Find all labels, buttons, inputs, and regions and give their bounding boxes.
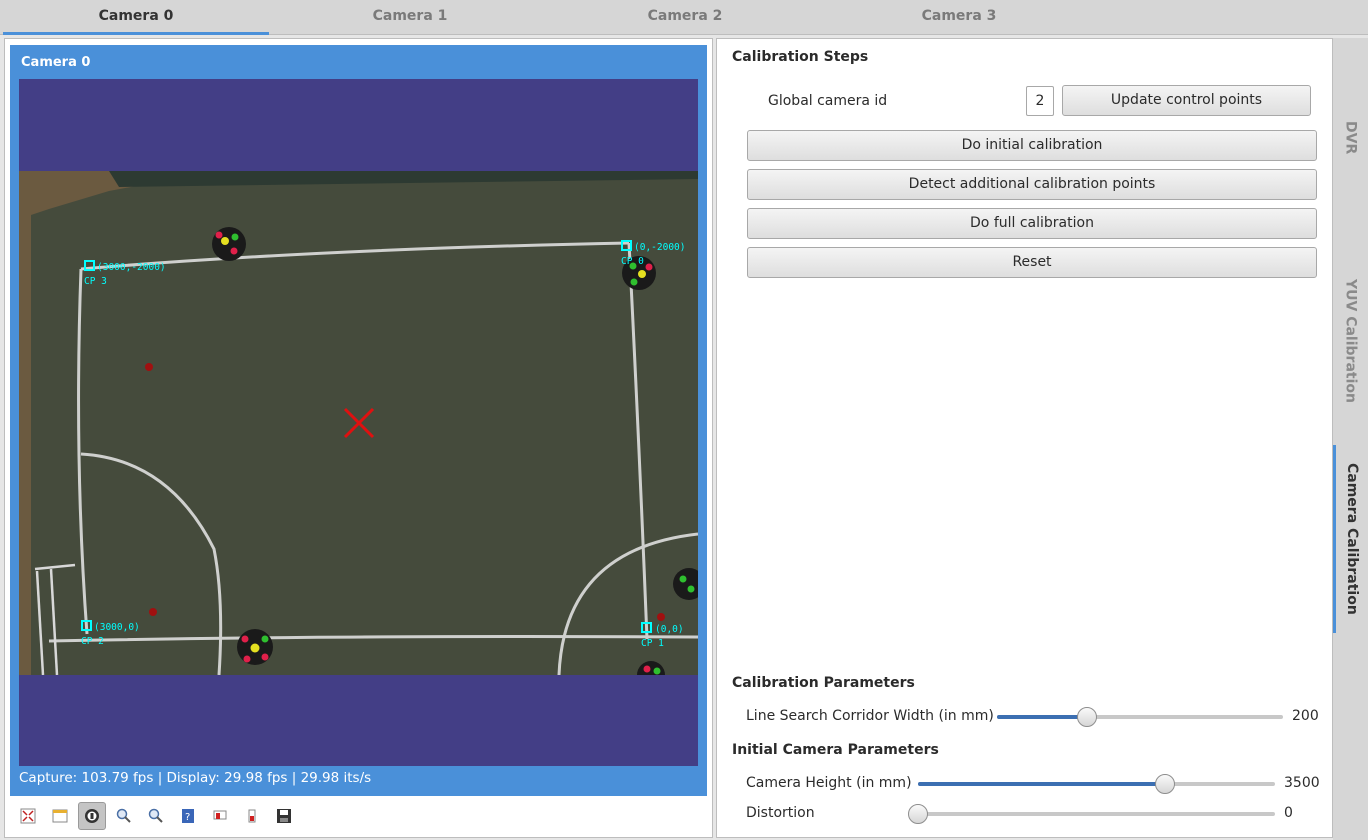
corridor-width-label: Line Search Corridor Width (in mm) — [746, 708, 994, 724]
zoom-in-icon[interactable] — [110, 802, 138, 830]
tab-camera-calibration[interactable]: Camera Calibration — [1333, 445, 1368, 633]
initial-calibration-button[interactable]: Do initial calibration — [747, 130, 1317, 161]
tab-dvr-label: DVR — [1342, 121, 1359, 155]
fps-status: Capture: 103.79 fps | Display: 29.98 fps… — [19, 770, 372, 786]
tab-camera-calibration-label: Camera Calibration — [1344, 463, 1360, 615]
slider-fill — [918, 782, 1165, 786]
open-window-icon[interactable] — [46, 802, 74, 830]
slider-fill — [997, 715, 1088, 719]
cp0-coords: (0,-2000) — [634, 242, 685, 253]
fullscreen-icon[interactable] — [14, 802, 42, 830]
initial-parameters-title: Initial Camera Parameters — [732, 742, 939, 758]
robot-marker — [237, 629, 273, 665]
cp3-label: CP 3 — [84, 276, 107, 287]
slider-handle[interactable] — [1077, 707, 1098, 727]
corridor-width-slider[interactable] — [997, 707, 1283, 727]
camera-height-value: 3500 — [1284, 775, 1320, 791]
corridor-width-value: 200 — [1292, 708, 1319, 724]
slider-handle[interactable] — [908, 804, 928, 824]
cp2-coords: (3000,0) — [94, 622, 140, 633]
reset-button[interactable]: Reset — [747, 247, 1317, 278]
save-icon[interactable] — [270, 802, 298, 830]
global-camera-id-label: Global camera id — [768, 93, 888, 109]
slider-handle[interactable] — [1154, 774, 1175, 794]
cp0-label: CP 0 — [621, 256, 644, 267]
camera-tab-bar: Camera 0 Camera 1 Camera 2 Camera 3 — [0, 0, 1368, 35]
tab-camera-2[interactable]: Camera 2 — [552, 0, 818, 35]
video-toolbar: ? — [13, 800, 313, 832]
camera-image-view[interactable]: (0,-2000) CP 0 (0,0) CP 1 (3000,0) CP 2 … — [19, 79, 698, 766]
help-icon[interactable]: ? — [174, 802, 202, 830]
tab-yuv-calibration-label: YUV Calibration — [1342, 278, 1359, 403]
tab-dvr[interactable]: DVR — [1333, 38, 1368, 238]
tab-camera-1[interactable]: Camera 1 — [277, 0, 543, 35]
record-stop-icon[interactable] — [238, 802, 266, 830]
camera-frame-image: (0,-2000) CP 0 (0,0) CP 1 (3000,0) CP 2 … — [19, 79, 698, 766]
distortion-label: Distortion — [746, 805, 815, 821]
cp2-label: CP 2 — [81, 636, 104, 647]
video-title: Camera 0 — [21, 55, 91, 70]
full-calibration-button[interactable]: Do full calibration — [747, 208, 1317, 239]
calibration-parameters-title: Calibration Parameters — [732, 675, 915, 691]
svg-text:?: ? — [185, 812, 190, 823]
record-icon[interactable] — [206, 802, 234, 830]
camera-height-label: Camera Height (in mm) — [746, 775, 912, 791]
camera-height-slider[interactable] — [918, 774, 1275, 794]
distortion-slider[interactable] — [908, 804, 1275, 824]
side-tab-bar: DVR YUV Calibration Camera Calibration — [1333, 38, 1368, 840]
video-frame: Camera 0 (0,-2000) CP 0 (0,0) CP 1 (3000… — [10, 45, 707, 796]
cp3-coords: (3000,-2000) — [97, 262, 166, 273]
tab-yuv-calibration[interactable]: YUV Calibration — [1333, 238, 1368, 443]
tab-camera-3[interactable]: Camera 3 — [826, 0, 1092, 35]
global-camera-id-input[interactable]: 2 — [1026, 86, 1054, 116]
cp1-label: CP 1 — [641, 638, 664, 649]
calibration-steps-title: Calibration Steps — [732, 49, 869, 65]
calibration-pane: Calibration Steps Global camera id 2 Upd… — [716, 38, 1333, 838]
robot-marker — [212, 227, 246, 261]
update-control-points-button[interactable]: Update control points — [1062, 85, 1311, 116]
pause-icon[interactable] — [78, 802, 106, 830]
tab-camera-0[interactable]: Camera 0 — [3, 0, 269, 35]
zoom-out-icon[interactable] — [142, 802, 170, 830]
distortion-value: 0 — [1284, 805, 1293, 821]
video-pane: Camera 0 (0,-2000) CP 0 (0,0) CP 1 (3000… — [4, 38, 713, 838]
cp1-coords: (0,0) — [655, 624, 684, 635]
detect-points-button[interactable]: Detect additional calibration points — [747, 169, 1317, 200]
